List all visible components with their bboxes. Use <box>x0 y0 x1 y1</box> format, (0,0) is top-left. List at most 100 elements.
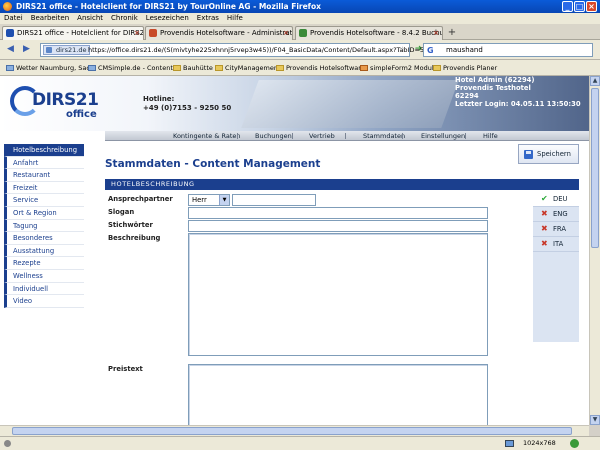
menu-bearbeiten[interactable]: Bearbeiten <box>27 13 73 24</box>
address-bar[interactable]: dirs21.de https://office.dirs21.de/(S(mi… <box>40 43 436 57</box>
ansprechpartner-name-field[interactable] <box>232 194 316 206</box>
lang-tab-fra[interactable]: ✖ FRA <box>533 222 579 237</box>
menu-lesezeichen[interactable]: Lesezeichen <box>142 13 193 24</box>
browser-tab-dirs21[interactable]: DIRS21 office - Hotelclient for DIRS21 b… <box>2 26 144 40</box>
nav-hilfe[interactable]: Hilfe <box>483 131 498 141</box>
scroll-down-icon[interactable]: ▼ <box>590 415 600 425</box>
tab-label: DIRS21 office - Hotelclient for DIRS21 b… <box>17 29 144 37</box>
lang-tab-eng[interactable]: ✖ ENG <box>533 207 579 222</box>
lang-tab-deu[interactable]: ✔ DEU <box>533 192 579 207</box>
slogan-field[interactable] <box>188 207 488 219</box>
menu-chronik[interactable]: Chronik <box>107 13 142 24</box>
language-tabs: ✔ DEU ✖ ENG ✖ FRA ✖ ITA <box>533 192 579 252</box>
browser-tab-provendis-admin[interactable]: Provendis Hotelsoftware - Administration… <box>145 26 293 40</box>
scroll-thumb[interactable] <box>12 427 572 435</box>
sidebar-item-besonderes[interactable]: Besonderes <box>4 232 84 245</box>
menu-bar: Datei Bearbeiten Ansicht Chronik Lesezeichen… <box>0 13 600 24</box>
disk-icon <box>524 150 533 159</box>
bookmark-folder[interactable]: Bauhütte <box>173 60 213 75</box>
bookmarks-bar: Wetter Naumburg, Sac... CMSimple.de - Co… <box>0 60 600 76</box>
vertical-scrollbar[interactable]: ▲ ▼ <box>589 76 600 425</box>
sidebar-item-restaurant[interactable]: Restaurant <box>4 169 84 182</box>
close-button[interactable]: × <box>586 1 597 12</box>
preistext-label: Preistext <box>108 365 143 373</box>
page-title: Stammdaten - Content Management <box>105 158 321 170</box>
lang-tab-ita[interactable]: ✖ ITA <box>533 237 579 252</box>
tab-bar: DIRS21 office - Hotelclient for DIRS21 b… <box>0 24 600 40</box>
bookmark-folder[interactable]: Provendis Hotelsoftware <box>276 60 365 75</box>
header-banner: DIRS21 office Hotline: +49 (0)7153 - 925… <box>0 76 589 131</box>
sidebar-item-video[interactable]: Video <box>4 295 84 308</box>
cross-icon: ✖ <box>541 224 548 233</box>
folder-icon <box>433 65 441 71</box>
bookmark-item[interactable]: CMSimple.de - Content... <box>88 60 179 75</box>
menu-extras[interactable]: Extras <box>193 13 223 24</box>
bookmark-item[interactable]: simpleForm2 Module <box>360 60 438 75</box>
sidebar-item-ort-region[interactable]: Ort & Region <box>4 206 84 220</box>
site-identity-badge[interactable]: dirs21.de <box>43 45 91 55</box>
forward-arrow-icon[interactable]: ▶ <box>20 43 33 56</box>
chevron-down-icon[interactable]: ▼ <box>219 195 229 205</box>
sidebar-item-service[interactable]: Service <box>4 194 84 207</box>
bookmark-star-icon[interactable]: ☆ <box>399 44 406 56</box>
nav-vertrieb[interactable]: Vertrieb <box>309 131 335 141</box>
language-panel-fill <box>533 252 579 342</box>
close-tab-icon[interactable]: × <box>433 27 439 39</box>
sidebar: Hotelbeschreibung Anfahrt Restaurant Fre… <box>4 144 84 308</box>
addon-icon[interactable] <box>570 439 579 448</box>
nav-buchungen[interactable]: Buchungen <box>255 131 292 141</box>
folder-icon <box>276 65 284 71</box>
stichwoerter-label: Stichwörter <box>108 221 153 229</box>
check-icon: ✔ <box>541 194 548 203</box>
nav-kontingente[interactable]: Kontingente & Raten <box>173 131 241 141</box>
minimize-button[interactable]: _ <box>562 1 573 12</box>
cross-icon: ✖ <box>541 239 548 248</box>
page-content: DIRS21 office Hotline: +49 (0)7153 - 925… <box>0 76 589 425</box>
cross-icon: ✖ <box>541 209 548 218</box>
menu-hilfe[interactable]: Hilfe <box>223 13 247 24</box>
dirs21-favicon-icon <box>6 29 14 37</box>
section-header: HOTELBESCHREIBUNG <box>105 179 579 190</box>
google-icon: G <box>427 46 434 55</box>
bookmark-folder[interactable]: Provendis Planer <box>433 60 497 75</box>
stichwoerter-field[interactable] <box>188 220 488 232</box>
bookmark-folder[interactable]: CityManagement <box>215 60 281 75</box>
sidebar-item-anfahrt[interactable]: Anfahrt <box>4 156 84 170</box>
back-arrow-icon[interactable]: ◀ <box>4 43 17 56</box>
dirs21-logo[interactable]: DIRS21 office <box>8 82 108 124</box>
sidebar-item-wellness[interactable]: Wellness <box>4 269 84 283</box>
maximize-button[interactable]: □ <box>574 1 585 12</box>
page-icon <box>360 65 368 71</box>
banner-image <box>241 80 459 128</box>
scroll-up-icon[interactable]: ▲ <box>590 76 600 86</box>
bookmark-item[interactable]: Wetter Naumburg, Sac... <box>6 60 96 75</box>
sidebar-item-tagung[interactable]: Tagung <box>4 219 84 233</box>
horizontal-scrollbar[interactable] <box>0 425 589 436</box>
screen-icon <box>505 440 514 447</box>
sidebar-item-hotelbeschreibung[interactable]: Hotelbeschreibung <box>4 144 84 157</box>
nav-stammdaten[interactable]: Stammdaten <box>363 131 405 141</box>
preistext-textarea[interactable] <box>188 364 488 425</box>
firefox-icon <box>3 2 12 11</box>
beschreibung-label: Beschreibung <box>108 234 161 242</box>
window-titlebar: DIRS21 office - Hotelclient for DIRS21 b… <box>0 0 600 13</box>
sidebar-item-ausstattung[interactable]: Ausstattung <box>4 244 84 258</box>
resolution-text: 1024x768 <box>523 439 556 447</box>
anrede-select[interactable]: Herr ▼ <box>188 194 230 206</box>
sidebar-item-rezepte[interactable]: Rezepte <box>4 257 84 270</box>
nav-einstellungen[interactable]: Einstellungen <box>421 131 465 141</box>
provendis-favicon-icon <box>299 29 307 37</box>
menu-datei[interactable]: Datei <box>0 13 27 24</box>
close-tab-icon[interactable]: × <box>283 27 289 39</box>
new-tab-button[interactable]: + <box>446 27 458 39</box>
browser-tab-provendis-buchungen[interactable]: Provendis Hotelsoftware - 8.4.2 Buchunge… <box>295 26 443 40</box>
hotel-info: Hotel Admin (62294) Provendis Testhotel … <box>455 76 581 108</box>
scroll-thumb[interactable] <box>591 88 599 248</box>
menu-ansicht[interactable]: Ansicht <box>73 13 107 24</box>
save-button[interactable]: Speichern <box>518 144 579 164</box>
beschreibung-textarea[interactable] <box>188 233 488 356</box>
search-input[interactable]: G maushand <box>423 43 593 57</box>
sidebar-item-individuell[interactable]: Individuell <box>4 282 84 296</box>
close-tab-icon[interactable]: × <box>134 27 140 39</box>
sidebar-item-freizeit[interactable]: Freizeit <box>4 181 84 195</box>
